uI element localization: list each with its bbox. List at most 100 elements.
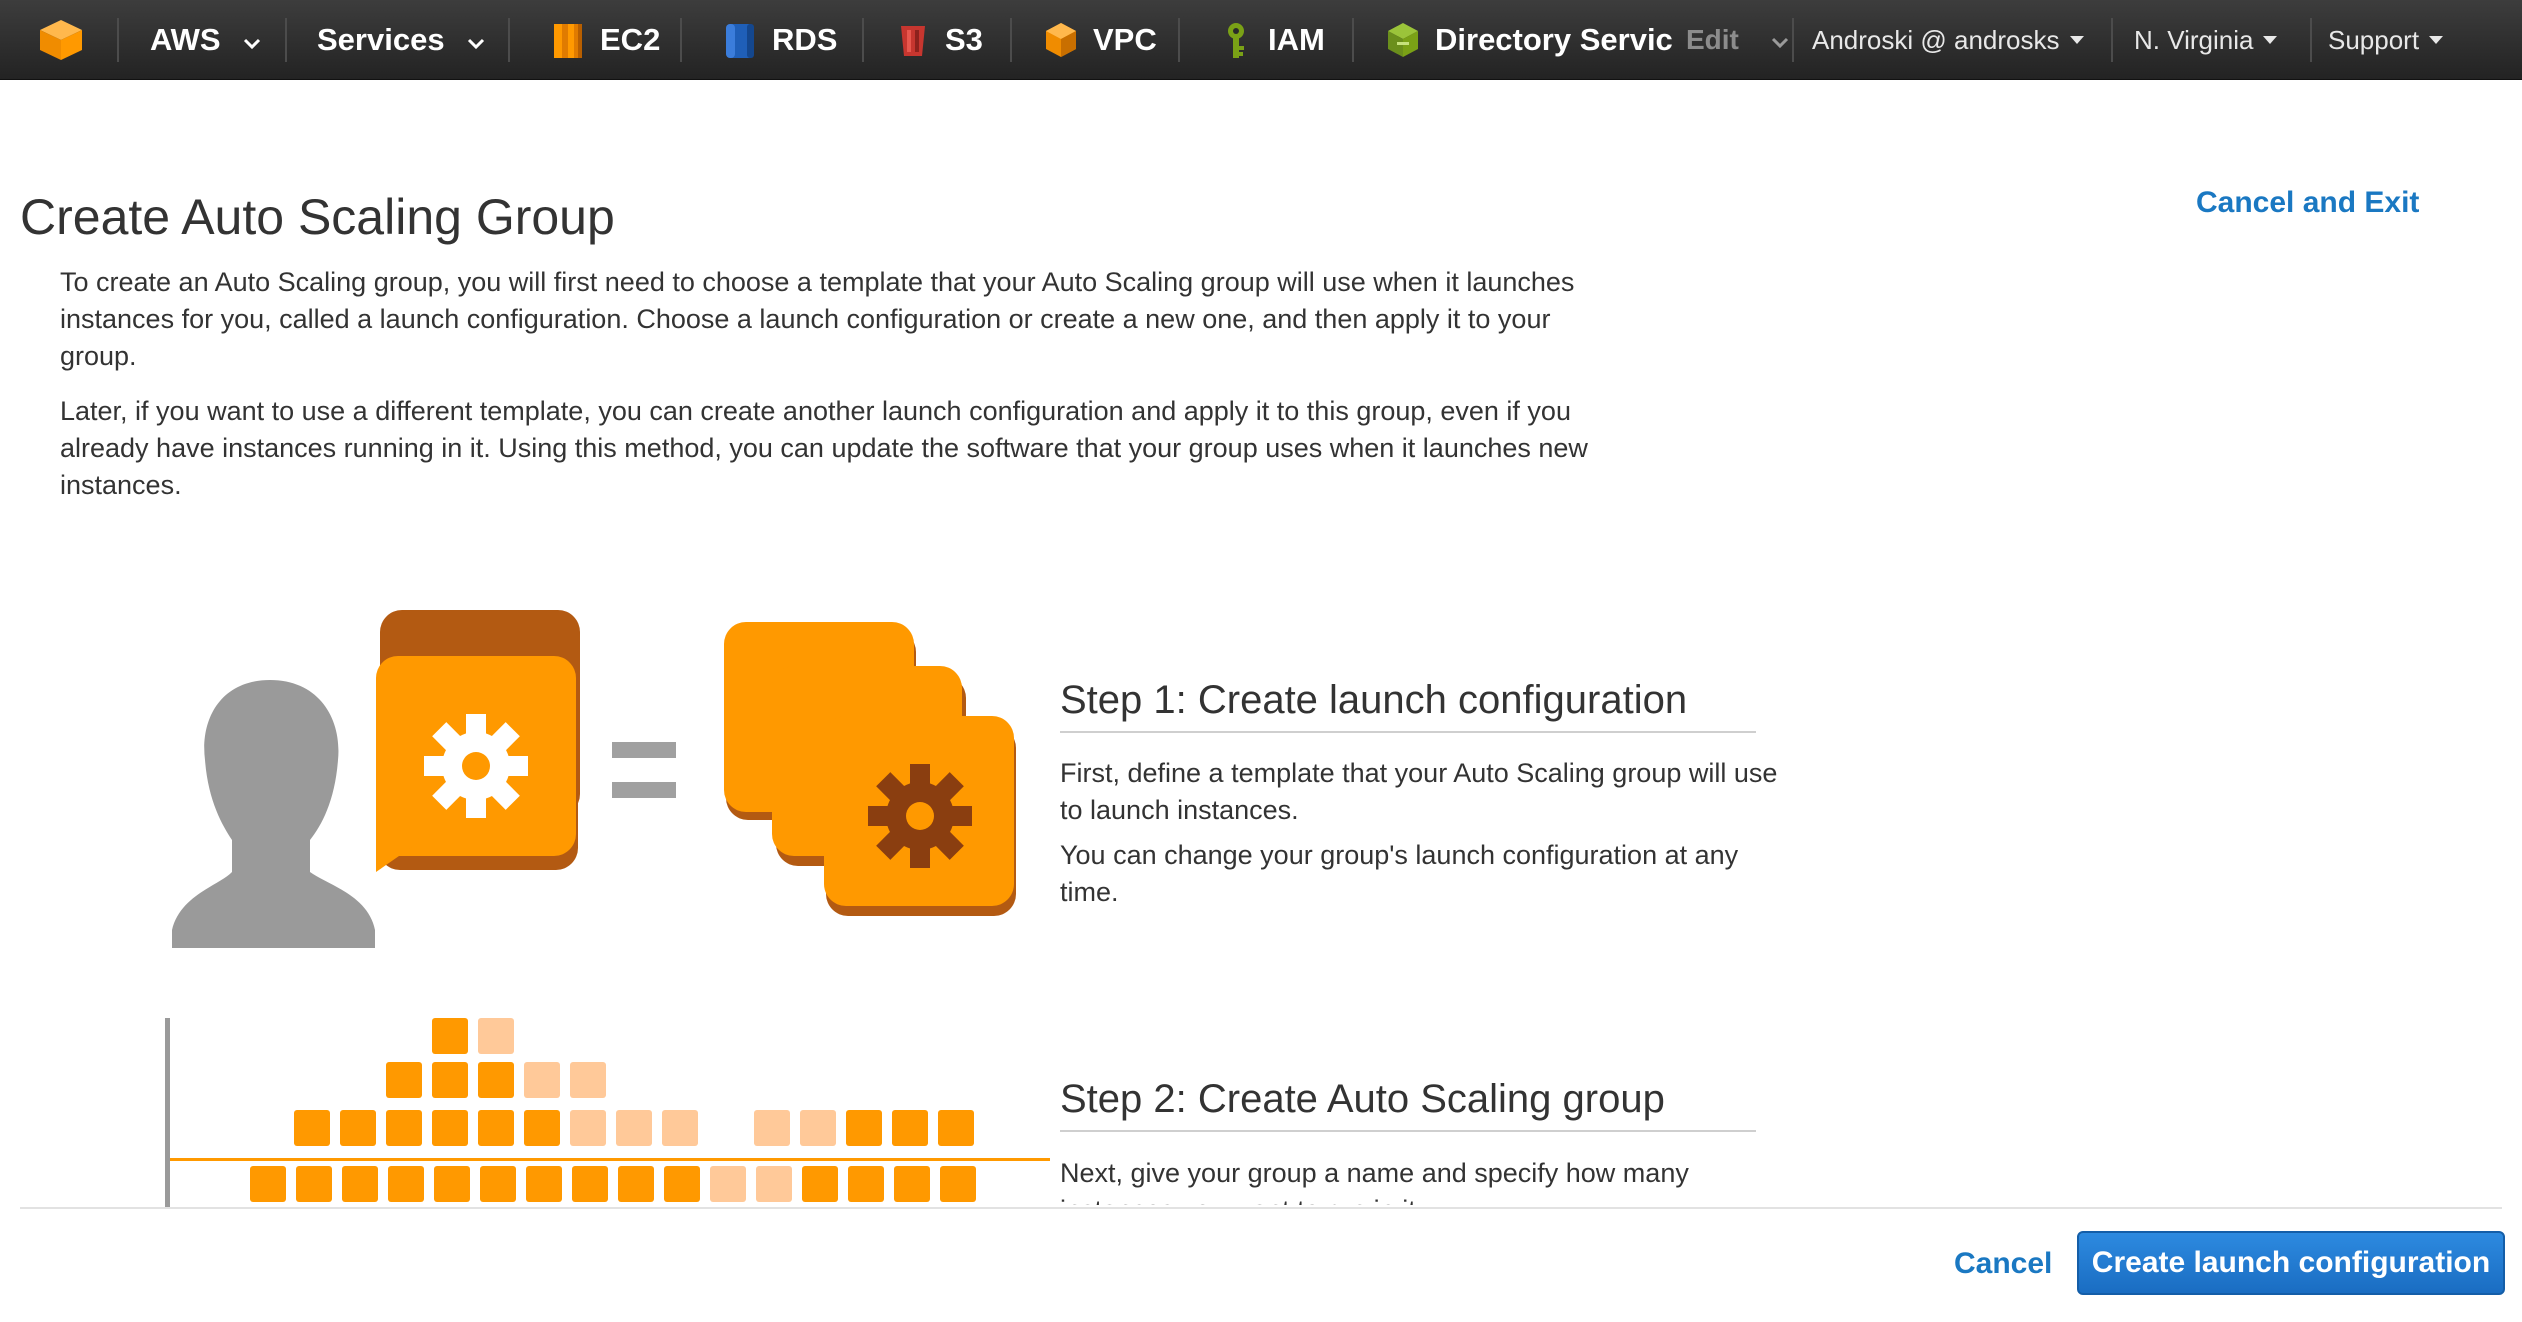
region-menu-label: N. Virginia [2134, 24, 2254, 55]
nav-separator [1792, 18, 1794, 62]
services-menu-label: Services [317, 22, 445, 57]
instance-block [756, 1166, 792, 1202]
shortcut-directory-service[interactable]: Directory Servic [1385, 0, 1673, 80]
caret-down-icon [2263, 36, 2278, 44]
services-menu[interactable]: Services [317, 0, 485, 80]
cancel-button[interactable]: Cancel [1954, 1247, 2052, 1281]
shortcut-rds[interactable]: RDS [722, 0, 837, 80]
shortcut-s3-label: S3 [945, 22, 983, 57]
wizard-footer: Cancel Create launch configuration [0, 1207, 2522, 1322]
chevron-down-icon [1771, 24, 1789, 56]
launch-configuration-gear-icon [376, 610, 580, 872]
instance-block [386, 1062, 422, 1098]
step-2-title: Step 2: Create Auto Scaling group [1060, 1077, 1756, 1132]
instance-block [616, 1110, 652, 1146]
caret-down-icon [2069, 36, 2084, 44]
instance-block [386, 1110, 422, 1146]
instance-block [294, 1110, 330, 1146]
support-menu-label: Support [2328, 24, 2420, 55]
instance-block [570, 1110, 606, 1146]
chevron-down-icon [467, 22, 485, 58]
nav-separator [1352, 18, 1354, 62]
instance-block [800, 1110, 836, 1146]
shortcut-directory-service-label: Directory Servic [1435, 22, 1673, 57]
step-1-note: You can change your group's launch confi… [1060, 840, 1739, 907]
shortcut-s3[interactable]: S3 [895, 0, 983, 80]
instance-block [478, 1062, 514, 1098]
instance-block [894, 1166, 930, 1202]
top-navigation-bar: AWS Services EC2 RDS S3 VPC IAM Director… [0, 0, 2522, 80]
instance-block [296, 1166, 332, 1202]
aws-home-icon[interactable] [38, 0, 84, 80]
instance-block [342, 1166, 378, 1202]
nav-separator [680, 18, 682, 62]
aws-menu-label: AWS [150, 22, 221, 57]
page-title: Create Auto Scaling Group [20, 189, 615, 245]
account-menu[interactable]: Androski @ androsks [1812, 0, 2084, 80]
nav-separator [117, 18, 119, 62]
edit-shortcuts-menu[interactable]: Edit [1686, 0, 1789, 80]
instance-block [250, 1166, 286, 1202]
instance-block [526, 1166, 562, 1202]
footer-divider [20, 1207, 2502, 1209]
instance-block [570, 1062, 606, 1098]
cancel-and-exit-link[interactable]: Cancel and Exit [2196, 186, 2419, 220]
instance-blocks [250, 1018, 976, 1202]
equals-icon [612, 742, 676, 798]
directory-service-icon [1385, 20, 1421, 60]
region-menu[interactable]: N. Virginia [2134, 0, 2278, 80]
instance-block [524, 1110, 560, 1146]
instance-block [478, 1110, 514, 1146]
edit-shortcuts-label: Edit [1686, 24, 1739, 55]
aws-menu[interactable]: AWS [150, 0, 261, 80]
instance-block [938, 1110, 974, 1146]
scaling-chart-icon [165, 1018, 1050, 1218]
rds-icon [722, 20, 758, 60]
intro-paragraph: To create an Auto Scaling group, you wil… [60, 267, 1575, 371]
instance-block [524, 1062, 560, 1098]
chevron-down-icon [243, 22, 261, 58]
instance-block [846, 1110, 882, 1146]
shortcut-rds-label: RDS [772, 22, 838, 57]
nav-separator [862, 18, 864, 62]
shortcut-iam[interactable]: IAM [1218, 0, 1325, 80]
nav-separator [2310, 18, 2312, 62]
account-menu-label: Androski @ androsks [1812, 24, 2060, 55]
intro-paragraph-2: Later, if you want to use a different te… [60, 396, 1588, 500]
nav-separator [1010, 18, 1012, 62]
instance-block [802, 1166, 838, 1202]
step-1-title: Step 1: Create launch configuration [1060, 678, 1756, 733]
instance-block [388, 1166, 424, 1202]
shortcut-iam-label: IAM [1268, 22, 1325, 57]
shortcut-vpc[interactable]: VPC [1043, 0, 1157, 80]
instance-block [432, 1062, 468, 1098]
instance-block [432, 1018, 468, 1054]
instance-block [432, 1110, 468, 1146]
nav-separator [1178, 18, 1180, 62]
instance-block [754, 1110, 790, 1146]
instance-block [892, 1110, 928, 1146]
create-launch-configuration-button[interactable]: Create launch configuration [2077, 1231, 2505, 1295]
instance-block [662, 1110, 698, 1146]
nav-separator [508, 18, 510, 62]
instance-block [572, 1166, 608, 1202]
iam-icon [1218, 20, 1254, 60]
s3-icon [895, 20, 931, 60]
caret-down-icon [2429, 36, 2444, 44]
illustration-svg [165, 610, 1050, 1218]
auto-scaling-illustration [160, 610, 1060, 1218]
instance-block [618, 1166, 654, 1202]
instance-block [480, 1166, 516, 1202]
nav-separator [285, 18, 287, 62]
instance-block [478, 1018, 514, 1054]
instance-block [340, 1110, 376, 1146]
instance-block [664, 1166, 700, 1202]
user-silhouette-icon [172, 680, 375, 948]
step-2-description: Next, give your group a name and specify… [1060, 1158, 1689, 1205]
shortcut-ec2-label: EC2 [600, 22, 661, 57]
shortcut-ec2[interactable]: EC2 [550, 0, 660, 80]
support-menu[interactable]: Support [2328, 0, 2444, 80]
launch-configurations-stack-icon [724, 622, 1016, 916]
instance-block [710, 1166, 746, 1202]
instance-block [434, 1166, 470, 1202]
